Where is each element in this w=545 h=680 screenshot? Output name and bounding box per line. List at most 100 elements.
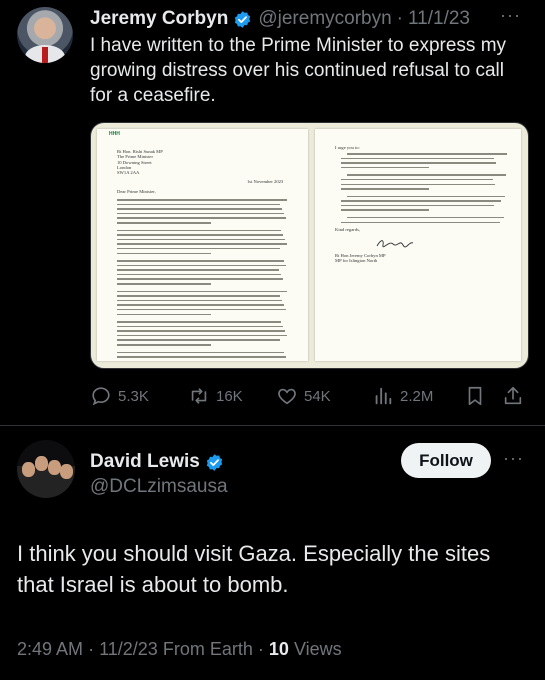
tweet-media[interactable]: HHH Rt Hon. Rishi Sunak MP The Prime Min…: [90, 122, 529, 369]
signature: [376, 240, 414, 248]
reply-meta: 2:49 AM · 11/2/23 From Earth · 10 Views: [17, 639, 342, 660]
views-icon: [375, 387, 392, 405]
letter-line: [117, 339, 280, 341]
letter-line: [347, 216, 504, 219]
letter-line: [117, 222, 211, 224]
letter-line: [117, 199, 287, 201]
more-icon[interactable]: ···: [500, 6, 524, 24]
letter-line: [117, 208, 282, 210]
letter-line: [117, 283, 211, 285]
letter-line: [347, 153, 507, 155]
reply-header: David Lewis: [90, 450, 230, 474]
letter-line: [117, 313, 211, 316]
author-handle[interactable]: @jeremycorbyn: [258, 8, 391, 30]
letter-line: [117, 269, 279, 271]
letter-date: 1st November 2023: [247, 179, 284, 184]
letter-page-1: HHH Rt Hon. Rishi Sunak MP The Prime Min…: [97, 129, 308, 361]
avatar-tie: [42, 47, 48, 63]
reply-icon: [92, 387, 110, 406]
letter-line: [341, 188, 429, 190]
letter-line: [117, 321, 281, 323]
letter-line: [117, 295, 280, 297]
reply-text: I think you should visit Gaza. Especiall…: [17, 541, 491, 597]
letter-page-2: I urge you to: Kind regards, Rt Hon Jere…: [315, 129, 521, 361]
bookmark-button[interactable]: [464, 380, 492, 412]
letter-line: [117, 264, 286, 267]
letter-line: [117, 330, 285, 332]
letter-address: Rt Hon. Rishi Sunak MP The Prime Ministe…: [117, 149, 163, 176]
letter-line: [117, 260, 284, 262]
letterhead-monogram: HHH: [109, 131, 120, 137]
more-icon[interactable]: ···: [503, 449, 527, 467]
meta-separator: ·: [88, 639, 95, 659]
letter-line: [117, 243, 287, 245]
letter-line: [117, 334, 287, 337]
reply-count: 5.3K: [118, 387, 149, 405]
letter-line: [341, 162, 496, 164]
reply-views-count: 10: [268, 639, 289, 659]
avatar-face: [35, 456, 48, 471]
tweet-text: I have written to the Prime Minister to …: [90, 35, 507, 106]
repost-button[interactable]: 16K: [188, 380, 243, 412]
letter-line: [341, 178, 493, 181]
avatar-face: [22, 462, 35, 477]
share-icon: [504, 386, 522, 405]
author-name[interactable]: Jeremy Corbyn: [90, 8, 228, 30]
letter-intro: I urge you to:: [335, 145, 360, 150]
reply-avatar[interactable]: [17, 440, 75, 498]
letter-line: [341, 209, 429, 211]
letter-line: [341, 166, 429, 169]
reply-author-handle[interactable]: @DCLzimsausa: [90, 476, 228, 498]
like-icon: [278, 388, 296, 405]
letter-line: [117, 299, 282, 302]
tweet-divider: [0, 425, 545, 426]
letter-line: [117, 304, 284, 306]
letter-signoff: Rt Hon Jeremy Corbyn MP MP for Islington…: [335, 253, 386, 264]
letter-line: [341, 200, 501, 202]
letter-line: [117, 252, 211, 255]
letter-line: [341, 221, 500, 224]
letter-line: [117, 234, 283, 236]
letter-salutation: Dear Prime Minister,: [117, 189, 156, 194]
repost-count: 16K: [216, 387, 243, 405]
bookmark-icon: [468, 386, 482, 406]
letter-line: [117, 238, 285, 241]
letter-line: [341, 183, 495, 186]
letter-line: [341, 157, 494, 160]
letter-line: [117, 247, 280, 250]
letter-line: [117, 217, 286, 219]
tweet-date[interactable]: 11/1/23: [408, 8, 470, 30]
letter-line: [117, 278, 283, 280]
letter-line: [347, 174, 506, 176]
avatar[interactable]: [17, 7, 73, 63]
views-count: 2.2M: [400, 387, 434, 405]
letter-line: [341, 204, 494, 207]
letter-line: [117, 356, 286, 358]
follow-button[interactable]: Follow: [401, 443, 491, 478]
letter-line: [117, 325, 283, 328]
letter-line: [117, 344, 211, 346]
reply-author-name[interactable]: David Lewis: [90, 451, 200, 473]
letter-line: [117, 203, 280, 206]
reply-time[interactable]: 2:49 AM: [17, 639, 83, 659]
meta-separator: ·: [257, 639, 264, 659]
avatar-face: [60, 464, 73, 479]
letter-line: [347, 195, 505, 198]
tweet[interactable]: Jeremy Corbyn @jeremycorbyn · 11/1/23 ··…: [0, 0, 545, 425]
verified-badge-icon: [206, 453, 223, 471]
like-button[interactable]: 54K: [276, 380, 331, 412]
letter-line: [117, 290, 287, 293]
reply-button[interactable]: 5.3K: [90, 380, 149, 412]
letter-line: [117, 273, 281, 276]
letter-closing: Kind regards,: [335, 227, 361, 232]
letter-line: [117, 229, 281, 232]
reply-date[interactable]: 11/2/23: [99, 639, 158, 659]
reply-views-label: Views: [293, 639, 342, 659]
letter-line: [117, 308, 286, 311]
views-button[interactable]: 2.2M: [372, 380, 433, 412]
share-button[interactable]: [502, 380, 530, 412]
header-separator: ·: [396, 8, 403, 29]
letter-line: [117, 212, 284, 215]
verified-badge-icon: [235, 10, 251, 28]
reply-source: From Earth: [162, 639, 253, 659]
